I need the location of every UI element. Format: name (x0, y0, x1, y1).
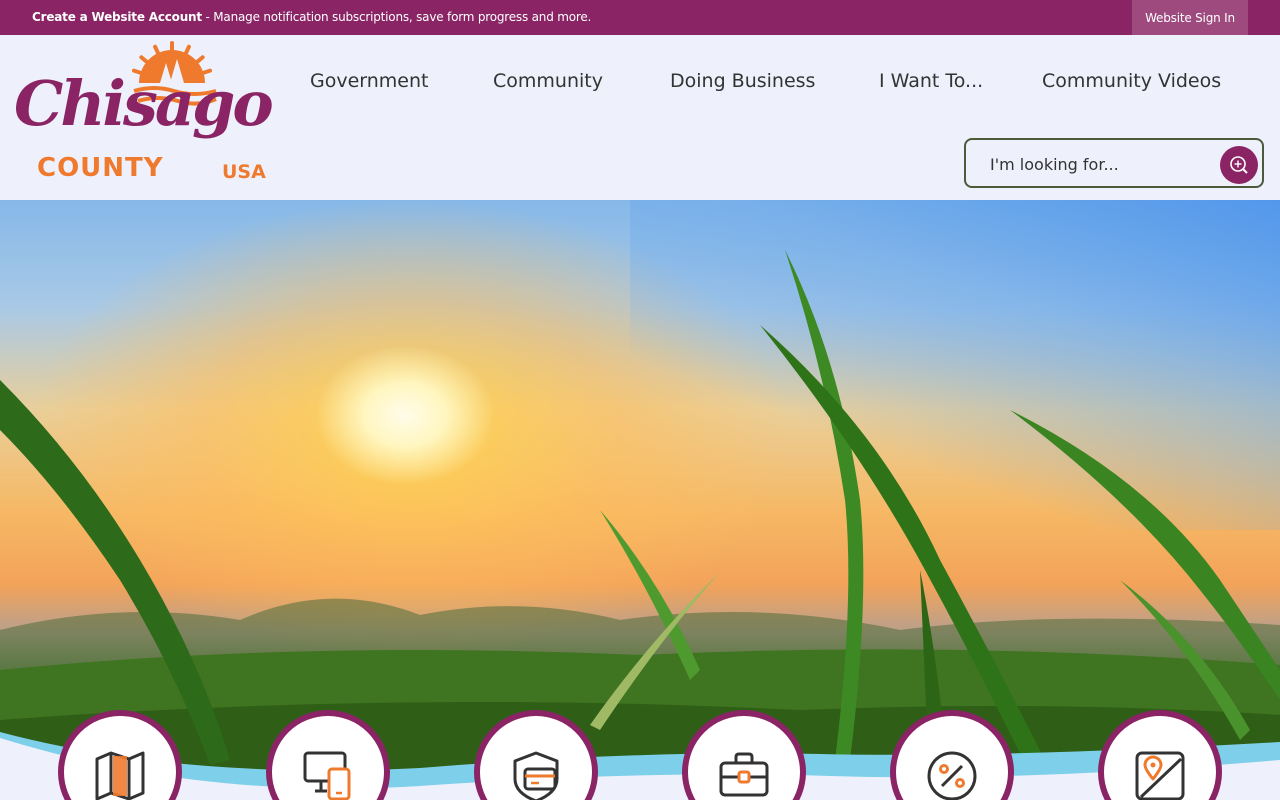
search-input[interactable] (990, 152, 1210, 176)
map-pin-icon (1135, 751, 1185, 800)
briefcase-icon (719, 752, 769, 797)
site-search (964, 138, 1264, 188)
nav-item-i-want-to[interactable]: I Want To... (879, 70, 983, 92)
website-sign-in-button[interactable]: Website Sign In (1132, 0, 1248, 35)
hero-corn-plants (0, 250, 1280, 800)
nav-item-community[interactable]: Community (493, 70, 603, 92)
quick-links-wave (0, 732, 1280, 800)
logo-county-text: COUNTY (37, 153, 164, 183)
nav-item-doing-business[interactable]: Doing Business (670, 70, 815, 92)
percent-icon (927, 751, 977, 800)
create-account-description: - Manage notification subscriptions, sav… (201, 10, 592, 24)
logo-usa-text: USA (222, 161, 266, 183)
create-account-message[interactable]: Create a Website Account - Manage notifi… (32, 10, 591, 24)
nav-item-government[interactable]: Government (310, 70, 429, 92)
top-utility-bar: Create a Website Account - Manage notifi… (0, 0, 1280, 35)
hero-image (0, 200, 1280, 800)
search-button[interactable] (1220, 146, 1258, 184)
search-icon (1230, 156, 1248, 174)
payment-card-icon (513, 751, 559, 800)
create-account-link[interactable]: Create a Website Account (32, 10, 202, 24)
site-logo[interactable]: Chisago COUNTY USA (14, 41, 274, 191)
logo-script-text: Chisago (14, 67, 274, 140)
devices-icon (303, 751, 351, 800)
nav-item-community-videos[interactable]: Community Videos (1042, 70, 1221, 92)
map-icon (95, 751, 145, 800)
